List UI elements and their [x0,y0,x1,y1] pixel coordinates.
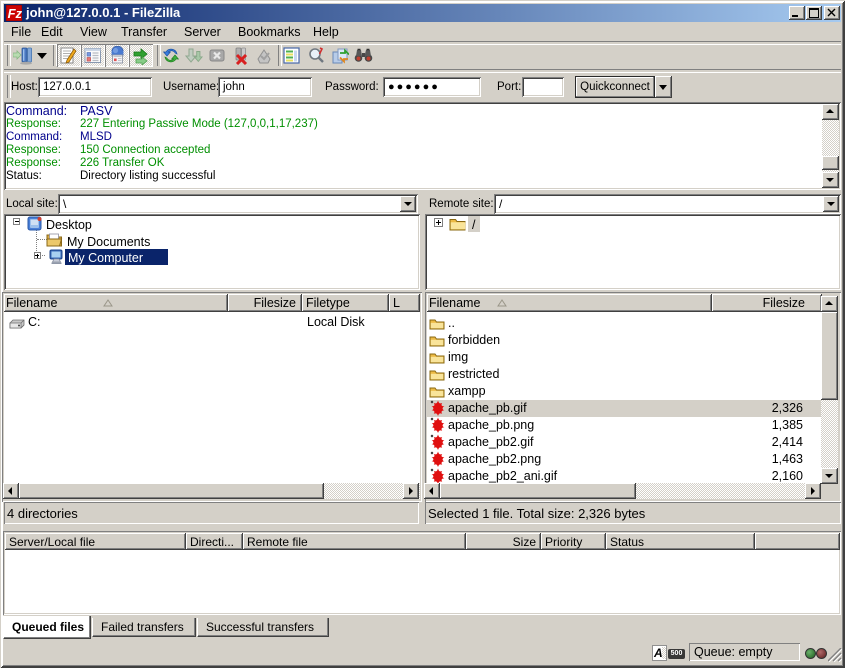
svg-text:Fz: Fz [8,6,22,21]
